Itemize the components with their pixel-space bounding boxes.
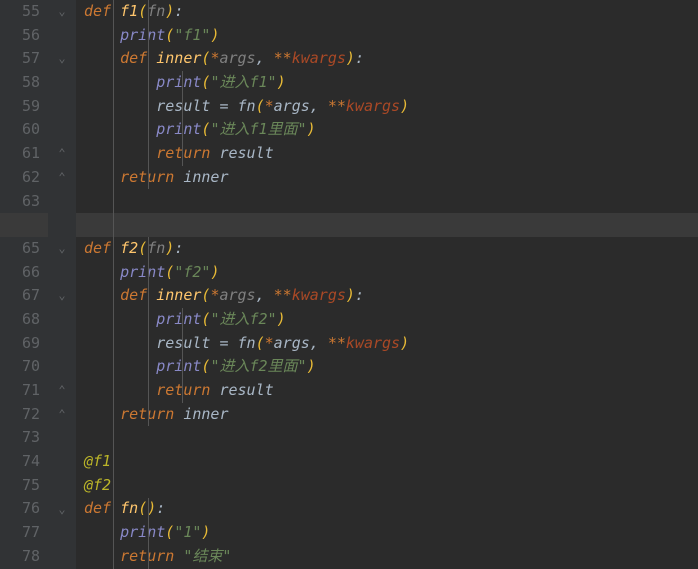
line-number: 58 <box>0 71 40 95</box>
line-number-gutter: 55 56 57 58 59 60 61 62 63 64 65 66 67 6… <box>0 0 48 569</box>
line-number: 69 <box>0 332 40 356</box>
line-number: 76 <box>0 497 40 521</box>
line-number: 56 <box>0 24 40 48</box>
code-line[interactable]: def fn(): <box>84 497 698 521</box>
fold-collapse-icon[interactable]: ⌄ <box>52 284 72 308</box>
code-line[interactable]: print("进入f2") <box>84 308 698 332</box>
code-line[interactable]: def inner(*args, **kwargs): <box>84 284 698 308</box>
line-number: 66 <box>0 261 40 285</box>
line-number: 78 <box>0 545 40 569</box>
code-editor[interactable]: 55 56 57 58 59 60 61 62 63 64 65 66 67 6… <box>0 0 698 569</box>
line-number: 59 <box>0 95 40 119</box>
line-number: 61 <box>0 142 40 166</box>
indent-guide <box>113 0 114 569</box>
code-line[interactable]: return inner <box>84 403 698 427</box>
fold-expand-icon[interactable]: ⌃ <box>52 379 72 403</box>
code-line[interactable]: def f1(fn): <box>84 0 698 24</box>
code-line[interactable]: def inner(*args, **kwargs): <box>84 47 698 71</box>
indent-guide <box>148 498 149 569</box>
code-area[interactable]: def f1(fn): print("f1") def inner(*args,… <box>76 0 698 569</box>
fold-expand-icon[interactable]: ⌃ <box>52 166 72 190</box>
code-line[interactable]: return inner <box>84 166 698 190</box>
line-number: 62 <box>0 166 40 190</box>
fold-collapse-icon[interactable]: ⌄ <box>52 47 72 71</box>
line-number: 74 <box>0 450 40 474</box>
code-line[interactable] <box>84 426 698 450</box>
code-line[interactable]: result = fn(*args, **kwargs) <box>84 332 698 356</box>
code-line[interactable]: return result <box>84 142 698 166</box>
line-number: 77 <box>0 521 40 545</box>
fold-gutter: ⌄ ⌄ ⌃ ⌃ ⌄ ⌄ ⌃ ⌃ ⌄ <box>48 0 76 569</box>
code-line-current[interactable] <box>84 213 698 237</box>
code-line[interactable]: print("进入f2里面") <box>84 355 698 379</box>
line-number: 57 <box>0 47 40 71</box>
fold-collapse-icon[interactable]: ⌄ <box>52 0 72 24</box>
code-line[interactable]: result = fn(*args, **kwargs) <box>84 95 698 119</box>
code-line[interactable]: print("1") <box>84 521 698 545</box>
code-line[interactable]: return result <box>84 379 698 403</box>
code-line[interactable]: @f2 <box>84 474 698 498</box>
line-number: 73 <box>0 426 40 450</box>
code-line[interactable]: def f2(fn): <box>84 237 698 261</box>
line-number: 75 <box>0 474 40 498</box>
line-number: 67 <box>0 284 40 308</box>
code-line[interactable]: @f1 <box>84 450 698 474</box>
code-line[interactable]: return "结束" <box>84 545 698 569</box>
code-line[interactable]: print("f1") <box>84 24 698 48</box>
indent-guide <box>182 71 183 166</box>
line-number: 68 <box>0 308 40 332</box>
line-number: 65 <box>0 237 40 261</box>
line-number: 60 <box>0 118 40 142</box>
code-line[interactable]: print("进入f1里面") <box>84 118 698 142</box>
line-number: 63 <box>0 190 40 214</box>
fold-collapse-icon[interactable]: ⌄ <box>52 237 72 261</box>
indent-guide <box>148 237 149 426</box>
indent-guide <box>182 308 183 403</box>
line-number: 72 <box>0 403 40 427</box>
code-line[interactable]: print("f2") <box>84 261 698 285</box>
fold-expand-icon[interactable]: ⌃ <box>52 142 72 166</box>
line-number: 55 <box>0 0 40 24</box>
indent-guide <box>148 0 149 189</box>
fold-expand-icon[interactable]: ⌃ <box>52 403 72 427</box>
line-number: 71 <box>0 379 40 403</box>
fold-collapse-icon[interactable]: ⌄ <box>52 498 72 522</box>
code-line[interactable] <box>84 190 698 214</box>
code-line[interactable]: print("进入f1") <box>84 71 698 95</box>
line-number: 70 <box>0 355 40 379</box>
